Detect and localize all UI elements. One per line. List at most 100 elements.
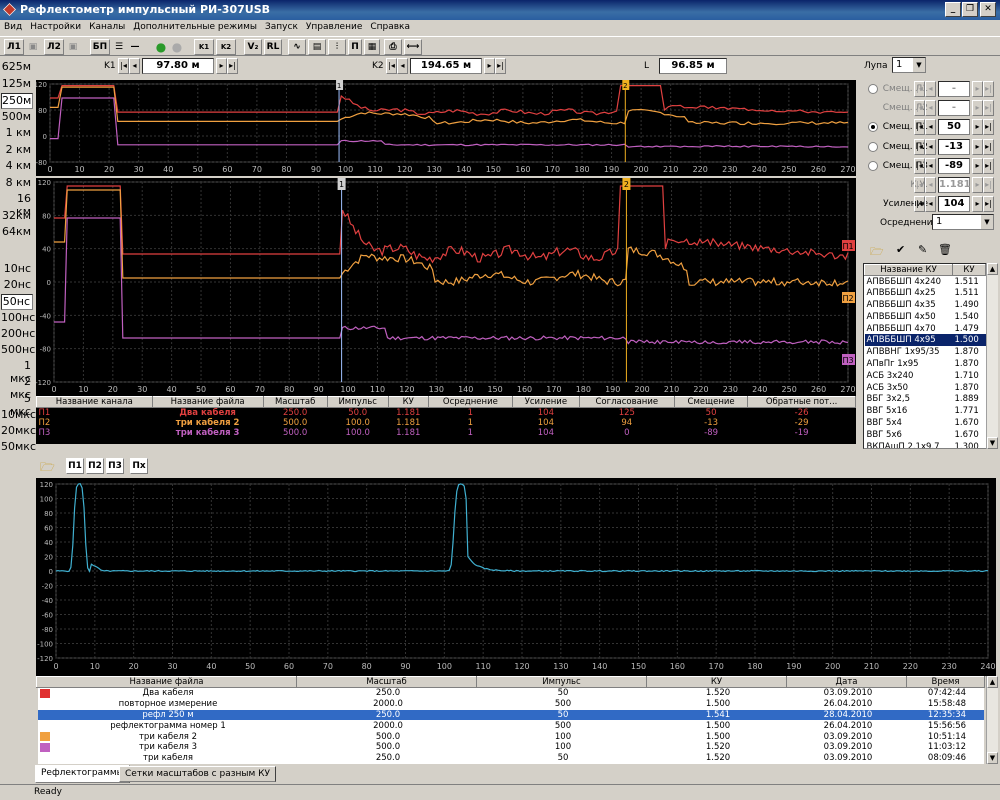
k1-prev-button[interactable]: ◂ [129, 58, 140, 74]
width-icon[interactable]: ⟷ [404, 39, 422, 55]
marker-2[interactable]: 2 [622, 80, 630, 90]
channel-header-7[interactable]: Согласование [578, 396, 675, 408]
grid-icon[interactable]: ▦ [364, 39, 380, 55]
main-marker-2[interactable]: 2 [622, 178, 631, 190]
file-row[interactable]: три кабеля 250.0 50 1.520 03.09.2010 08:09:46 [38, 753, 984, 764]
pulse-button-5[interactable]: 500нс [1, 343, 35, 359]
channel-header-5[interactable]: Осреднение [427, 396, 514, 408]
offset-value-1[interactable]: - [938, 100, 970, 117]
scale-button-9[interactable]: 32км [1, 209, 33, 225]
ku-header-1[interactable]: КУ [952, 264, 986, 276]
offset-prev-5[interactable]: ◂ [925, 177, 936, 193]
offset-value-3[interactable]: -13 [938, 138, 970, 155]
filter-icon[interactable]: ⫶ [328, 39, 346, 55]
offset-next-5[interactable]: ▸ [972, 177, 983, 193]
file-row[interactable]: повторное измерение 2000.0 500 1.500 26.04.2… [38, 699, 984, 710]
files-header-2[interactable]: Импульс [476, 676, 647, 688]
menu-item-6[interactable]: Справка [366, 20, 414, 34]
offset-next-0[interactable]: ▸ [972, 81, 983, 97]
offset-next-1[interactable]: ▸ [972, 100, 983, 117]
channel-header-0[interactable]: Название канала [36, 396, 153, 408]
pulse-button-1[interactable]: 20нс [1, 278, 33, 294]
edit-icon[interactable]: ✎ [918, 243, 927, 256]
k2-prev-button[interactable]: ◂ [397, 58, 408, 74]
ku-header-0[interactable]: Название КУ [864, 264, 953, 276]
ku-row[interactable]: ВВГ 5х6 1.670 [865, 429, 986, 441]
file-row[interactable]: рефлектограмма номер 1 2000.0 500 1.500 26.0… [38, 720, 984, 731]
ku-row[interactable]: АПВВНГ 1х95/35 1.870 [865, 346, 986, 358]
offset-last-6[interactable]: ▸| [983, 196, 994, 213]
offset-last-3[interactable]: ▸| [983, 138, 994, 155]
offset-first-5[interactable]: |◂ [914, 177, 925, 193]
scroll-up-icon[interactable]: ▲ [987, 263, 998, 275]
channel-header-2[interactable]: Масштаб [262, 396, 328, 408]
offset-prev-6[interactable]: ◂ [925, 196, 936, 213]
tab-scale-grids[interactable]: Сетки масштабов с разным КУ [119, 766, 277, 782]
offset-prev-2[interactable]: ◂ [925, 119, 936, 136]
pulse-button-8[interactable]: 5 мкс [1, 392, 33, 418]
menu-item-0[interactable]: Вид [0, 20, 26, 34]
scale-button-10[interactable]: 64км [1, 225, 33, 241]
save-icon[interactable]: ▣ [26, 39, 40, 55]
file-row[interactable]: рефл 250 м 250.0 50 1.541 28.04.2010 12:35:34 [38, 709, 984, 721]
ku-row[interactable]: АСБ 3х50 1.870 [865, 382, 986, 394]
channel-header-6[interactable]: Усиление [512, 396, 580, 408]
minimize-button[interactable]: _ [945, 2, 961, 17]
scale-button-8[interactable]: 16 км [1, 192, 33, 218]
main-marker-1[interactable]: 1 [337, 178, 346, 190]
offset-first-4[interactable]: |◂ [914, 157, 925, 174]
files-header-0[interactable]: Название файла [36, 676, 297, 688]
files-header-1[interactable]: Масштаб [296, 676, 477, 688]
k1-value[interactable]: 97.80 м [142, 58, 214, 74]
ku-row[interactable]: ВВГ 5х4 1.670 [865, 417, 986, 429]
pulse-button-2[interactable]: 50нс [1, 294, 33, 311]
ku-row[interactable]: АПвПг 1х95 1.870 [865, 358, 986, 370]
file-row[interactable]: Два кабеля 250.0 50 1.520 03.09.2010 07:42:44 [38, 688, 984, 699]
ku-row[interactable]: АСБ 3х240 1.710 [865, 370, 986, 382]
delete-icon[interactable]: 🗑 [938, 243, 952, 256]
k2-value[interactable]: 194.65 м [410, 58, 482, 74]
v2-button[interactable]: V₂ [244, 39, 262, 55]
k2-zoom-button[interactable]: K2 [216, 39, 236, 55]
px-toggle[interactable]: Пх [130, 458, 148, 474]
channel-header-3[interactable]: Импульс [326, 396, 389, 408]
open-folder-icon[interactable]: 🗁 [870, 243, 884, 262]
table-icon[interactable]: ▤ [308, 39, 326, 55]
files-header-5[interactable]: Время [906, 676, 985, 688]
ku-row[interactable]: ВКПАшП 2.1х9,7 1.300 [865, 441, 986, 448]
offset-value-0[interactable]: - [938, 81, 970, 97]
offset-next-3[interactable]: ▸ [972, 138, 983, 155]
pulse-button-7[interactable]: 2 мкс [1, 375, 33, 401]
open-file-icon[interactable]: 🗁 [40, 458, 55, 479]
k1-last-button[interactable]: ▸| [227, 58, 238, 74]
ku-row[interactable]: АПВББШП 4х240 1.511 [865, 276, 986, 288]
channel-row[interactable]: П2 три кабеля 2 500.0 100.0 1.181 1 104 94 -13 -2… [37, 418, 856, 428]
ku-row[interactable]: ВВГ 5х16 1.771 [865, 405, 986, 417]
scroll-down-icon[interactable]: ▼ [987, 437, 998, 449]
offset-prev-3[interactable]: ◂ [925, 138, 936, 155]
pulse-button-11[interactable]: 50мкс [1, 440, 36, 456]
channel-row[interactable]: П1 Два кабеля 250.0 50.0 1.181 1 104 125 50 -26 [37, 408, 856, 419]
k2-first-button[interactable]: |◂ [386, 58, 397, 74]
save2-icon[interactable]: ▣ [66, 39, 80, 55]
scale-button-5[interactable]: 2 км [1, 143, 33, 159]
overview-chart[interactable]: 0 10 20 30 40 50 60 70 80 90 100 110 120 130 140 150 160… [36, 80, 856, 176]
main-chart[interactable]: 0 10 20 30 40 50 60 70 80 90 100 110 120 130 140 150 160… [36, 178, 856, 396]
pulse-button-4[interactable]: 200нс [1, 327, 35, 343]
p3-toggle[interactable]: П3 [106, 458, 124, 474]
menu-item-3[interactable]: Дополнительные режимы [129, 20, 261, 34]
offset-first-0[interactable]: |◂ [914, 81, 925, 97]
p1-toggle[interactable]: П1 [66, 458, 84, 474]
offset-radio-2[interactable] [868, 122, 878, 133]
offset-last-1[interactable]: ▸| [983, 100, 994, 117]
offset-radio-4[interactable] [868, 160, 878, 171]
pulse-button-3[interactable]: 100нс [1, 311, 35, 327]
ku-row[interactable]: ВБГ 3х2,5 1.889 [865, 393, 986, 405]
menu-item-4[interactable]: Запуск [261, 20, 302, 34]
offset-last-5[interactable]: ▸| [983, 177, 994, 193]
scale-button-0[interactable]: 625м [1, 60, 33, 76]
scale-button-3[interactable]: 500м [1, 110, 33, 126]
offset-last-2[interactable]: ▸| [983, 119, 994, 136]
files-scrollbar[interactable]: ▲ ▼ [986, 676, 998, 764]
wave-icon[interactable]: ∿ [288, 39, 306, 55]
